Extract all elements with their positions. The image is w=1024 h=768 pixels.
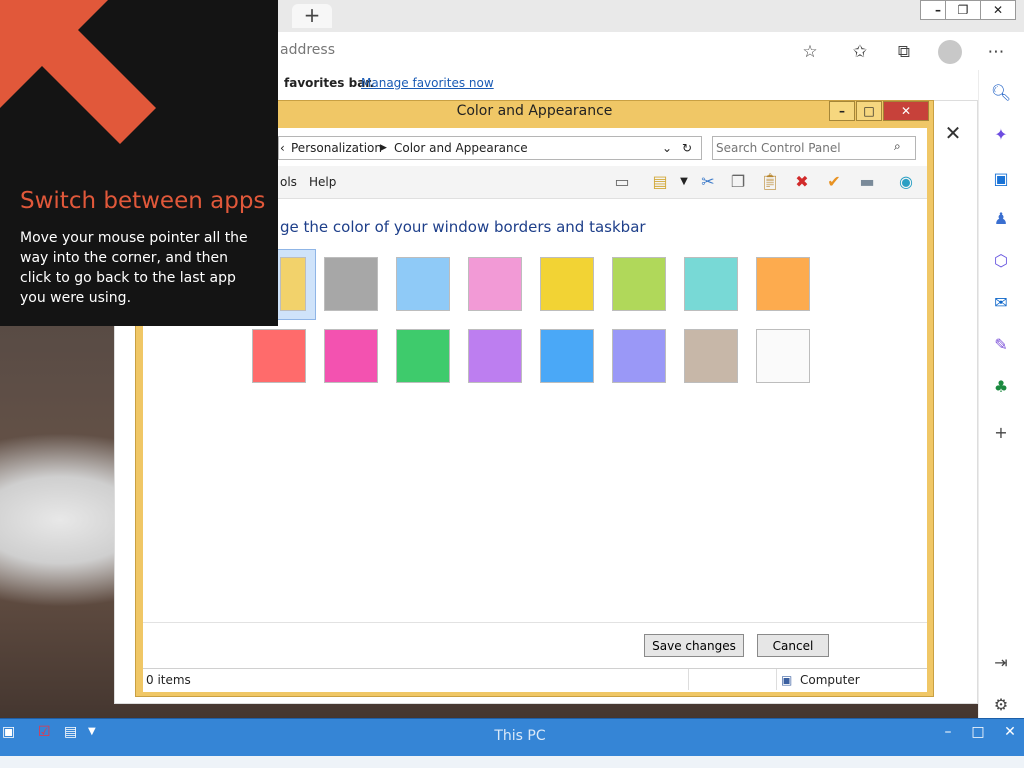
save-changes-button[interactable]: Save changes xyxy=(644,634,744,657)
office-icon[interactable]: ⬡ xyxy=(988,248,1014,274)
browser-close-button[interactable]: ✕ xyxy=(980,0,1016,20)
folder-options-icon[interactable]: ▤ xyxy=(648,170,672,194)
more-options-icon[interactable]: ⋯ xyxy=(984,40,1008,64)
close-button[interactable]: ✕ xyxy=(883,101,929,121)
globe-icon[interactable]: ◉ xyxy=(894,170,918,194)
color-swatch[interactable] xyxy=(756,257,810,311)
chevron-right-icon: ▶ xyxy=(380,143,387,153)
arrow-up-left-icon xyxy=(0,0,156,144)
color-swatch[interactable] xyxy=(324,329,378,383)
color-swatch[interactable] xyxy=(468,257,522,311)
menu-tools[interactable]: ols xyxy=(280,175,297,189)
cancel-button[interactable]: Cancel xyxy=(757,634,829,657)
chevron-down-icon[interactable]: ▼ xyxy=(672,170,696,194)
delete-icon[interactable]: ✖ xyxy=(790,170,814,194)
color-swatch[interactable] xyxy=(540,329,594,383)
refresh-icon[interactable]: ↻ xyxy=(682,141,692,155)
breadcrumb-color-appearance[interactable]: Color and Appearance xyxy=(394,141,528,155)
new-tab-button[interactable]: + xyxy=(292,4,332,28)
computer-icon: ▣ xyxy=(781,673,793,687)
status-divider xyxy=(776,669,777,690)
layout-icon[interactable]: ▭ xyxy=(610,170,634,194)
designer-icon[interactable]: ✎ xyxy=(988,332,1014,358)
favorites-icon[interactable]: ✩ xyxy=(848,40,872,64)
outlook-icon[interactable]: ✉ xyxy=(988,290,1014,316)
color-swatch[interactable] xyxy=(684,329,738,383)
tip-body: Move your mouse pointer all the way into… xyxy=(20,230,248,306)
copilot-icon[interactable]: ✦ xyxy=(988,122,1014,148)
add-sidebar-item-icon[interactable]: + xyxy=(988,420,1014,446)
browser-tab-strip xyxy=(278,0,1024,32)
page-heading: ge the color of your window borders and … xyxy=(280,218,646,236)
checkmark-icon[interactable]: ✔ xyxy=(822,170,846,194)
tip-title: Switch between apps xyxy=(20,188,266,214)
search-icon[interactable]: ⌕ xyxy=(894,139,901,154)
search-input[interactable] xyxy=(716,140,886,156)
properties-icon[interactable]: ▬ xyxy=(855,170,879,194)
taskbar-window-title: This PC xyxy=(494,728,546,744)
chevron-left-icon: ‹ xyxy=(280,141,285,155)
minimize-button[interactable]: – xyxy=(934,722,962,742)
status-divider xyxy=(688,669,689,690)
browser-restore-button[interactable]: ❐ xyxy=(945,0,981,20)
minimize-button[interactable]: – xyxy=(829,101,855,121)
menu-help[interactable]: Help xyxy=(309,175,336,189)
paste-icon[interactable]: 📋︎ xyxy=(758,170,782,194)
settings-gear-icon[interactable]: ⚙ xyxy=(988,692,1014,718)
status-location: Computer xyxy=(800,673,860,687)
shopping-icon[interactable]: ▣ xyxy=(988,166,1014,192)
taskbar-lower-strip xyxy=(0,756,1024,768)
close-icon[interactable]: ✕ xyxy=(940,120,966,146)
add-favorite-icon[interactable]: ☆ xyxy=(798,40,822,64)
cut-icon[interactable]: ✂ xyxy=(696,170,720,194)
color-swatch[interactable] xyxy=(468,329,522,383)
footer-divider xyxy=(143,622,927,623)
manage-favorites-link[interactable]: Manage favorites now xyxy=(361,76,494,90)
breadcrumb-personalization[interactable]: Personalization xyxy=(291,141,382,155)
collections-icon[interactable]: ⧉ xyxy=(892,40,916,64)
color-swatch[interactable] xyxy=(684,257,738,311)
profile-avatar[interactable] xyxy=(938,40,962,64)
close-button[interactable]: ✕ xyxy=(996,722,1024,742)
copy-icon[interactable]: ❐ xyxy=(726,170,750,194)
color-swatch[interactable] xyxy=(756,329,810,383)
maximize-button[interactable]: □ xyxy=(856,101,882,121)
color-swatch[interactable] xyxy=(280,257,306,311)
color-swatch[interactable] xyxy=(324,257,378,311)
color-swatch[interactable] xyxy=(252,329,306,383)
chevron-down-icon[interactable]: ⌄ xyxy=(662,141,672,155)
tree-icon[interactable]: ♣ xyxy=(988,374,1014,400)
color-swatch[interactable] xyxy=(396,329,450,383)
games-icon[interactable]: ♟ xyxy=(988,206,1014,232)
hide-sidebar-icon[interactable]: ⇥ xyxy=(988,650,1014,676)
color-swatch[interactable] xyxy=(396,257,450,311)
search-icon[interactable]: 🔍︎ xyxy=(988,80,1014,106)
color-swatch[interactable] xyxy=(612,257,666,311)
color-swatch[interactable] xyxy=(612,329,666,383)
status-items: 0 items xyxy=(146,673,191,687)
maximize-button[interactable]: □ xyxy=(964,722,992,742)
address-bar[interactable]: address xyxy=(280,42,335,58)
color-swatch[interactable] xyxy=(540,257,594,311)
